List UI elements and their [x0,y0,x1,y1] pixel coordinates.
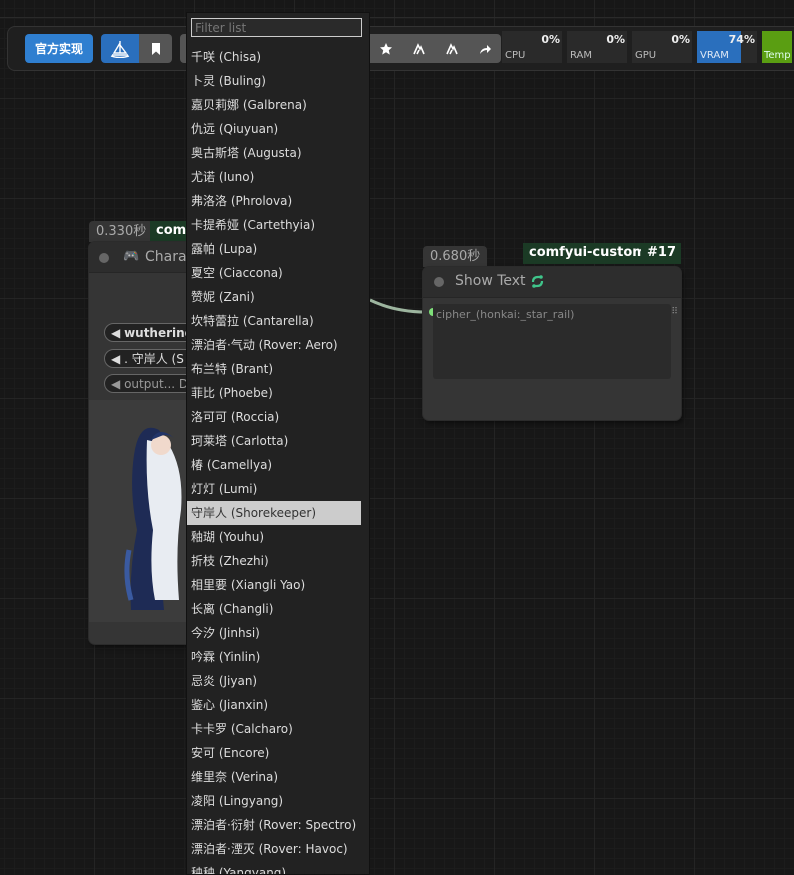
menu-item[interactable]: 凌阳 (Lingyang) [187,789,361,813]
text-display-area[interactable]: cipher_(honkai:_star_rail) [433,304,671,379]
collapse-dot[interactable] [99,253,109,263]
top-divider [0,17,794,18]
menu-item[interactable]: 卡提希娅 (Cartethyia) [187,213,361,237]
left-arrow-icon: ◀ [111,377,121,391]
menu-item[interactable]: 赞妮 (Zani) [187,285,361,309]
ram-value: 0% [606,33,625,46]
menu-item[interactable]: 吟霖 (Yinlin) [187,645,361,669]
temp-label: Temp [764,50,791,61]
top-toolbar: 官方实现 CPU 0% RAM 0% GPU 0% VRAM 74% Temp [7,26,794,71]
menu-item[interactable]: 嘉贝莉娜 (Galbrena) [187,93,361,117]
character-node-time: 0.330秒 [89,221,154,242]
character-node-title: Chara [145,249,187,265]
gamepad-icon: 🎮 [123,249,140,264]
menu-item[interactable]: 露帕 (Lupa) [187,237,361,261]
character-preview-image [89,400,199,622]
official-implementation-button[interactable]: 官方实现 [25,34,93,63]
menu-item[interactable]: 布兰特 (Brant) [187,357,361,381]
cpu-label: CPU [505,50,526,61]
menu-item[interactable]: 秧秧 (Yangyang) [187,861,361,874]
menu-item[interactable]: 仇远 (Qiuyuan) [187,117,361,141]
menu-item[interactable]: 椿 (Camellya) [187,453,361,477]
ram-label: RAM [570,50,593,61]
menu-item[interactable]: 守岸人 (Shorekeeper) [187,501,361,525]
gpu-label: GPU [635,50,657,61]
grid-handle-icon[interactable]: ⠿ [671,307,678,317]
output-select-widget[interactable]: ◀ output... D [104,374,199,393]
menu-list: 千咲 (Chisa) 卜灵 (Buling) 嘉贝莉娜 (Galbrena) 仇远 (… [187,45,361,874]
ram-meter: RAM 0% [567,31,627,63]
menu-item[interactable]: 漂泊者·湮灭 (Rover: Havoc) [187,837,361,861]
show-text-node-tag: comfyui-custom-sc [523,243,653,264]
menu-item[interactable]: 维里奈 (Verina) [187,765,361,789]
menu-item[interactable]: 漂泊者·衍射 (Rover: Spectro) [187,813,361,837]
show-text-node[interactable]: Show Text text 字符串 ⠿ cipher_(honkai:_sta… [423,267,681,420]
share-button[interactable] [468,34,501,63]
mountain-icon [445,42,458,54]
menu-item[interactable]: 尤诺 (Iuno) [187,165,361,189]
show-text-titlebar[interactable]: Show Text [423,267,681,298]
star-icon [379,42,392,55]
vram-meter: VRAM 74% [697,31,757,63]
collapse-dot[interactable] [434,277,444,287]
menu-item[interactable]: 卡卡罗 (Calcharo) [187,717,361,741]
menu-item[interactable]: 忌炎 (Jiyan) [187,669,361,693]
vram-value: 74% [728,33,755,46]
filter-list-input[interactable] [191,18,362,37]
show-text-node-id: #17 [641,243,681,264]
menu-item[interactable]: 长离 (Changli) [187,597,361,621]
menu-item[interactable]: 漂泊者·气动 (Rover: Aero) [187,333,361,357]
logo-button[interactable] [101,34,139,63]
character-select-value: . 守岸人 (S [124,352,184,366]
model-button-a[interactable] [402,34,435,63]
character-select-node[interactable]: 🎮 Chara ◀ wuthering_ ◀ . 守岸人 (S ◀ output… [89,242,199,644]
menu-item[interactable]: 千咲 (Chisa) [187,45,361,69]
ship-logo-icon [110,40,130,58]
text-display-value: cipher_(honkai:_star_rail) [436,308,575,321]
menu-item[interactable]: 奥古斯塔 (Augusta) [187,141,361,165]
model-button-b[interactable] [435,34,468,63]
menu-item[interactable]: 相里要 (Xiangli Yao) [187,573,361,597]
menu-item[interactable]: 菲比 (Phoebe) [187,381,361,405]
menu-item[interactable]: 釉瑚 (Youhu) [187,525,361,549]
mountain-icon [412,42,425,54]
menu-item[interactable]: 灯灯 (Lumi) [187,477,361,501]
menu-item[interactable]: 安可 (Encore) [187,741,361,765]
share-arrow-icon [479,44,491,54]
menu-item[interactable]: 弗洛洛 (Phrolova) [187,189,361,213]
cpu-value: 0% [541,33,560,46]
menu-item[interactable]: 鉴心 (Jianxin) [187,693,361,717]
bookmark-icon [151,42,160,55]
connection-wire [369,298,427,314]
cpu-meter: CPU 0% [502,31,562,63]
character-select-widget[interactable]: ◀ . 守岸人 (S [104,349,199,368]
favorite-button[interactable] [369,34,402,63]
game-select-widget[interactable]: ◀ wuthering_ [104,323,199,342]
menu-item[interactable]: 珂莱塔 (Carlotta) [187,429,361,453]
custom-node-link-icon [531,275,544,288]
menu-item[interactable]: 折枝 (Zhezhi) [187,549,361,573]
menu-item[interactable]: 坎特蕾拉 (Cantarella) [187,309,361,333]
menu-item[interactable]: 洛可可 (Roccia) [187,405,361,429]
gpu-meter: GPU 0% [632,31,692,63]
left-arrow-icon: ◀ [111,326,121,340]
bookmark-button[interactable] [139,34,172,63]
character-node-titlebar[interactable]: 🎮 Chara [89,242,199,273]
menu-item[interactable]: 卜灵 (Buling) [187,69,361,93]
menu-item[interactable]: 今汐 (Jinhsi) [187,621,361,645]
menu-item[interactable]: 夏空 (Ciaccona) [187,261,361,285]
show-text-node-time: 0.680秒 [423,246,488,267]
gpu-value: 0% [671,33,690,46]
left-arrow-icon: ◀ [111,352,121,366]
show-text-title: Show Text [455,273,526,289]
filter-dropdown-menu[interactable]: 千咲 (Chisa)卜灵 (Buling)嘉贝莉娜 (Galbrena)仇远 (… [186,12,370,875]
temp-meter: Temp [762,31,792,63]
vram-label: VRAM [700,50,729,61]
output-select-value: output... D [124,377,189,391]
